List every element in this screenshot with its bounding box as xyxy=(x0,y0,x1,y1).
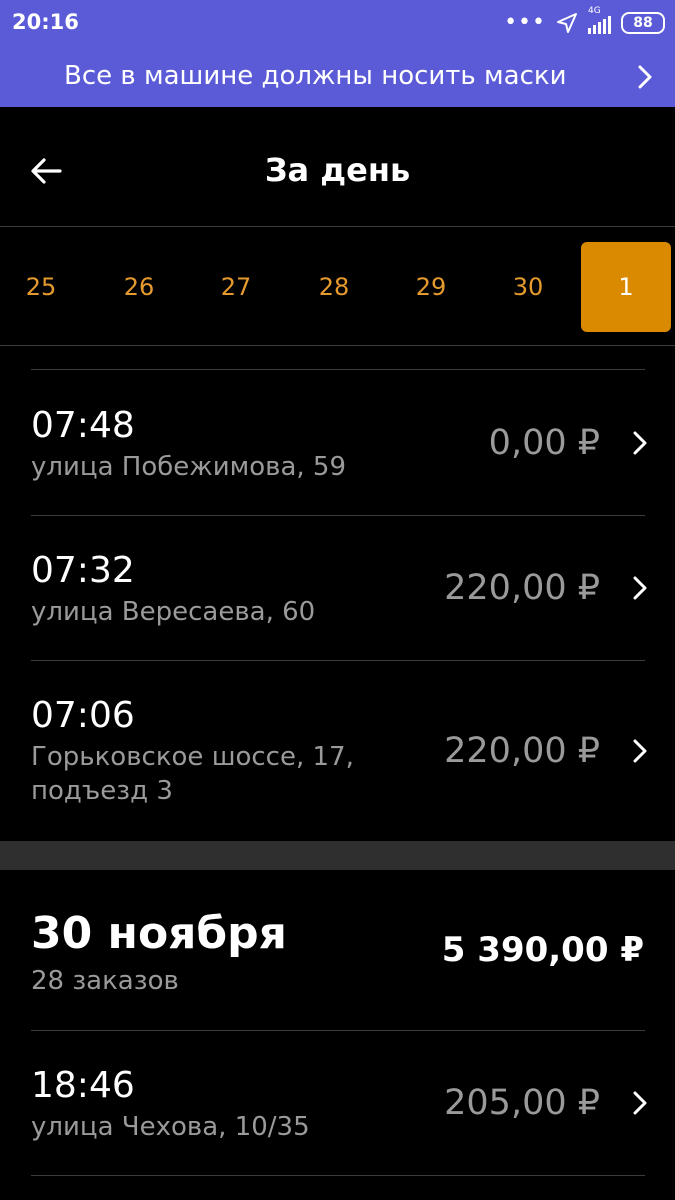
day-total: 5 390,00 ₽ xyxy=(441,930,644,970)
chevron-right-icon xyxy=(633,1091,647,1115)
banner-text: Все в машине должны носить маски xyxy=(64,61,567,91)
order-price: 0,00 ₽ xyxy=(488,423,600,463)
battery-icon: 88 xyxy=(621,12,665,34)
date-item[interactable]: 29 xyxy=(387,242,475,332)
order-row[interactable]: 07:06 Горьковское шоссе, 17, подъезд 3 2… xyxy=(0,661,675,841)
app-header: За день xyxy=(0,107,675,226)
date-item[interactable]: 25 xyxy=(0,242,85,332)
day-summary: 30 ноября 28 заказов 5 390,00 ₽ xyxy=(0,870,675,1030)
order-price: 205,00 ₽ xyxy=(444,1083,600,1123)
order-address: улица Чехова, 10/35 xyxy=(31,1112,310,1142)
date-item[interactable]: 30 xyxy=(484,242,572,332)
network-label: 4G xyxy=(588,6,601,16)
status-bar: 20:16 ••• 4G 88 xyxy=(0,0,675,46)
order-row[interactable]: 07:32 улица Вересаева, 60 220,00 ₽ xyxy=(0,516,675,660)
date-item[interactable]: 27 xyxy=(192,242,280,332)
dates-divider xyxy=(0,345,675,346)
chevron-right-icon xyxy=(638,65,652,89)
order-time: 18:46 xyxy=(31,1065,135,1106)
more-dots-icon: ••• xyxy=(504,10,546,35)
chevron-right-icon xyxy=(633,576,647,600)
date-item[interactable]: 26 xyxy=(95,242,183,332)
status-icons: ••• 4G 88 xyxy=(504,6,665,36)
section-separator xyxy=(0,841,675,870)
location-arrow-icon xyxy=(557,13,577,33)
order-time: 07:06 xyxy=(31,695,135,736)
order-address: улица Побежимова, 59 xyxy=(31,452,346,482)
date-selector: 25 26 27 28 29 30 1 xyxy=(0,227,675,345)
order-address: Горьковское шоссе, 17, подъезд 3 xyxy=(31,742,354,806)
status-time: 20:16 xyxy=(12,10,79,34)
order-row[interactable]: 07:48 улица Побежимова, 59 0,00 ₽ xyxy=(0,370,675,515)
page-title: За день xyxy=(264,151,411,189)
order-count: 28 заказов xyxy=(31,966,179,996)
order-time: 07:32 xyxy=(31,550,135,591)
order-address: улица Вересаева, 60 xyxy=(31,597,316,627)
mask-banner[interactable]: Все в машине должны носить маски xyxy=(0,46,675,107)
signal-icon: 4G xyxy=(588,6,611,34)
order-price: 220,00 ₽ xyxy=(444,568,600,608)
row-divider xyxy=(31,1175,645,1176)
chevron-right-icon xyxy=(633,431,647,455)
chevron-right-icon xyxy=(633,739,647,763)
order-price: 220,00 ₽ xyxy=(444,731,600,771)
battery-level: 88 xyxy=(633,15,653,31)
order-time: 07:48 xyxy=(31,405,135,446)
order-row[interactable]: 18:46 улица Чехова, 10/35 205,00 ₽ xyxy=(0,1031,675,1175)
date-item[interactable]: 28 xyxy=(290,242,378,332)
date-item-selected[interactable]: 1 xyxy=(581,242,671,332)
day-title: 30 ноября xyxy=(31,908,287,959)
